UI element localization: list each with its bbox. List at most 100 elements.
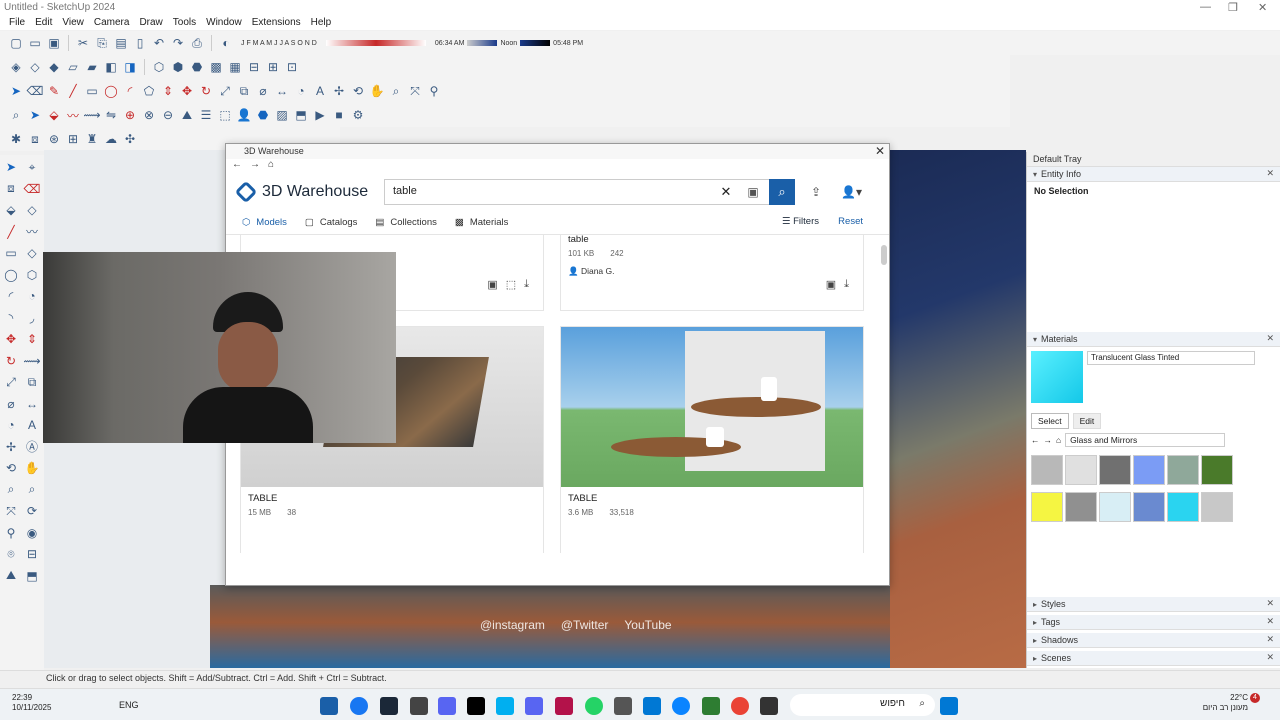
acrobat-app-icon[interactable] — [555, 697, 573, 715]
reset-button[interactable]: Reset — [838, 216, 863, 227]
group-icon[interactable]: ✱ — [8, 131, 24, 147]
freehand-tool-icon[interactable]: 〰 — [22, 222, 42, 242]
paint-bucket-icon[interactable]: ⬙ — [1, 200, 21, 220]
menu-file[interactable]: File — [4, 16, 30, 30]
menu-tools[interactable]: Tools — [168, 16, 201, 30]
axes-tool-icon[interactable]: ✢ — [1, 437, 21, 457]
date-slider[interactable] — [325, 40, 426, 46]
rectangle-tool-icon[interactable]: ▭ — [1, 243, 21, 263]
eraser-tool-icon[interactable]: ⌫ — [22, 179, 42, 199]
wireframe-icon[interactable]: ⬡ — [151, 59, 167, 75]
menu-view[interactable]: View — [57, 16, 89, 30]
sandbox-tool-icon[interactable]: ⛰ — [1, 566, 21, 586]
make-component-icon[interactable]: ⧈ — [27, 131, 43, 147]
material-swatch[interactable] — [1133, 455, 1165, 485]
app-icon[interactable] — [496, 697, 514, 715]
warehouse-logo-text[interactable]: 3D Warehouse — [262, 183, 368, 201]
close-panel-icon[interactable]: ✕ — [1266, 616, 1274, 627]
front-view-icon[interactable]: ◆ — [46, 59, 62, 75]
discord-app-icon[interactable] — [438, 697, 456, 715]
left-view-icon[interactable]: ◧ — [103, 59, 119, 75]
settings-icon[interactable]: ⚙ — [350, 107, 366, 123]
notification-badge[interactable]: 4 — [1250, 693, 1260, 703]
material-library-select[interactable]: Glass and Mirrors — [1065, 433, 1226, 447]
back-icon[interactable]: ← — [232, 159, 242, 173]
open-icon[interactable]: ▭ — [27, 35, 43, 51]
edge-app-icon[interactable] — [672, 697, 690, 715]
material-swatch[interactable] — [1031, 455, 1063, 485]
close-panel-icon[interactable]: ✕ — [1266, 652, 1274, 663]
steam-app-icon[interactable] — [380, 697, 398, 715]
back-view-icon[interactable]: ▰ — [84, 59, 100, 75]
position-camera-icon[interactable]: ⌾ — [1, 544, 21, 564]
offset-icon[interactable]: ⧉ — [236, 83, 252, 99]
paint-icon[interactable]: ⬙ — [46, 107, 62, 123]
materials-header[interactable]: ▾ Materials ✕ — [1027, 332, 1280, 347]
offset-tool-icon[interactable]: ⧉ — [22, 372, 42, 392]
language-indicator[interactable]: ENG — [119, 700, 139, 710]
rotate-icon[interactable]: ↻ — [198, 83, 214, 99]
calculator-app-icon[interactable] — [614, 697, 632, 715]
zoom-tool-icon[interactable]: ⌕ — [1, 480, 21, 500]
tab-materials[interactable]: ▩ Materials — [455, 217, 509, 228]
search-icon[interactable]: ⌕ — [8, 107, 24, 123]
grid-icon[interactable]: ⊞ — [65, 131, 81, 147]
results-scrollbar[interactable] — [881, 245, 887, 265]
time-slider-right[interactable] — [520, 40, 551, 46]
target-icon[interactable]: ⊛ — [46, 131, 62, 147]
protractor-tool-icon[interactable]: ◔ — [1, 415, 21, 435]
close-panel-icon[interactable]: ✕ — [1266, 598, 1274, 609]
zoom-icon[interactable]: ⌕ — [388, 83, 404, 99]
redo-icon[interactable]: ↷ — [170, 35, 186, 51]
component-icon[interactable]: ⬚ — [217, 107, 233, 123]
result-thumbnail[interactable] — [561, 327, 863, 487]
app-icon[interactable] — [410, 697, 428, 715]
save-icon[interactable]: ▣ — [46, 35, 62, 51]
menu-window[interactable]: Window — [201, 16, 247, 30]
menu-help[interactable]: Help — [306, 16, 337, 30]
tag-icon[interactable]: ◇ — [22, 200, 42, 220]
upload-icon[interactable]: ⇪ — [811, 185, 821, 199]
select-arrow-icon[interactable]: ➤ — [27, 107, 43, 123]
select-tool-icon[interactable]: ➤ — [8, 83, 24, 99]
forward-icon[interactable]: → — [1044, 435, 1053, 445]
orbit-tool-icon[interactable]: ⟲ — [1, 458, 21, 478]
result-card[interactable]: table 101 KB 242 👤 Diana G. ▣ ⤓ — [560, 235, 864, 311]
chrome-app-icon[interactable] — [731, 697, 749, 715]
intersect-icon[interactable]: ⊕ — [122, 107, 138, 123]
material-swatch[interactable] — [1099, 492, 1131, 522]
maximize-icon[interactable]: ❐ — [1228, 1, 1238, 14]
result-card[interactable]: TABLE 3.6 MB 33,518 — [560, 326, 864, 553]
material-name-field[interactable]: Translucent Glass Tinted — [1087, 351, 1255, 365]
3d-text-icon[interactable]: Ⓐ — [22, 437, 42, 457]
close-icon[interactable]: ✕ — [1258, 1, 1267, 14]
back-icon[interactable]: ← — [1031, 435, 1040, 445]
menu-edit[interactable]: Edit — [30, 16, 57, 30]
close-panel-icon[interactable]: ✕ — [1266, 168, 1274, 179]
iso-view-icon[interactable]: ◈ — [8, 59, 24, 75]
menu-camera[interactable]: Camera — [89, 16, 135, 30]
pencil-icon[interactable]: ✎ — [46, 83, 62, 99]
close-panel-icon[interactable]: ✕ — [1266, 333, 1274, 344]
line-tool-icon[interactable]: ╱ — [65, 83, 81, 99]
scenes-header[interactable]: ▸ Scenes ✕ — [1027, 651, 1280, 666]
sandbox-icon[interactable]: ⛰ — [179, 107, 195, 123]
section-plane-icon[interactable]: ⊟ — [246, 59, 262, 75]
move-icon[interactable]: ✥ — [179, 83, 195, 99]
dialog-close-icon[interactable]: ✕ — [875, 144, 885, 158]
material-swatch[interactable] — [1133, 492, 1165, 522]
shadows-icon[interactable]: ◐ — [218, 35, 234, 51]
cloud-icon[interactable]: ☁ — [103, 131, 119, 147]
text-tool-icon[interactable]: A — [22, 415, 42, 435]
facebook-app-icon[interactable] — [350, 697, 368, 715]
text-icon[interactable]: A — [312, 83, 328, 99]
hidden-line-icon[interactable]: ⬢ — [170, 59, 186, 75]
tab-catalogs[interactable]: ▢ Catalogs — [305, 217, 357, 228]
material-swatch[interactable] — [1099, 455, 1131, 485]
rotated-rect-icon[interactable]: ◇ — [22, 243, 42, 263]
home-icon[interactable]: ⌂ — [268, 159, 274, 173]
filters-button[interactable]: ☰ Filters — [782, 216, 819, 227]
previous-view-icon[interactable]: ⟳ — [22, 501, 42, 521]
weather-widget[interactable]: 22°C מעונן רב היום — [1200, 693, 1248, 713]
section-fill-icon[interactable]: ⊡ — [284, 59, 300, 75]
